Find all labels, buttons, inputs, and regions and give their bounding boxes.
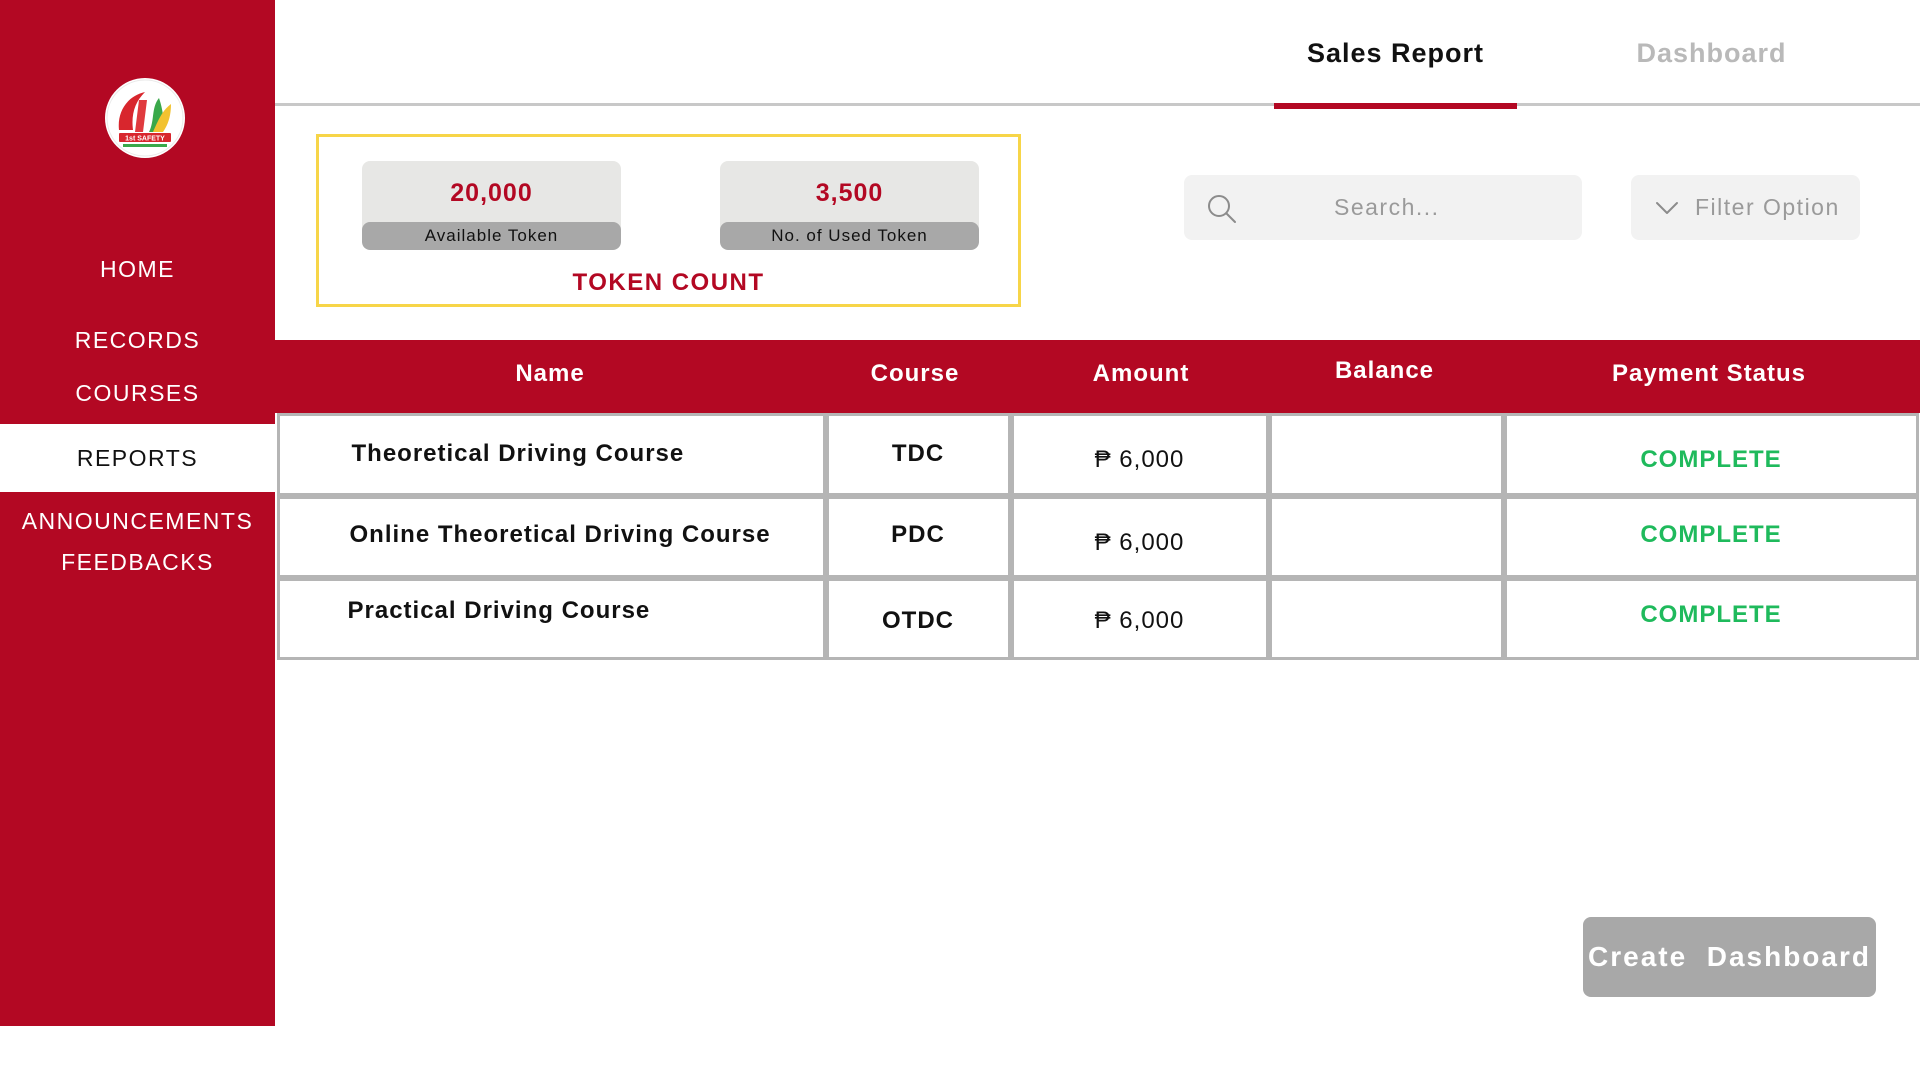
available-token-label: Available Token (362, 222, 621, 250)
table-header: Name Course Amount Balance Payment Statu… (275, 340, 1920, 413)
row-2-amount: ₱ 6,000 (1094, 528, 1185, 556)
table-row-3-amount-cell: ₱ 6,000 (1010, 577, 1269, 660)
tab-sales-report[interactable]: Sales Report (1274, 38, 1517, 69)
row-3-course: OTDC (882, 606, 954, 634)
table-row-2-status-cell: COMPLETE (1503, 495, 1919, 578)
table-row-2-course-cell: PDC (825, 495, 1011, 578)
table-row-3-name-cell: Practical Driving Course (276, 577, 826, 660)
table-row-1-course-cell: TDC (825, 412, 1011, 496)
row-2-status: COMPLETE (1640, 520, 1782, 548)
table-row-2-amount-cell: ₱ 6,000 (1010, 495, 1269, 578)
tab-dashboard[interactable]: Dashboard (1590, 38, 1833, 69)
sidebar-item-feedbacks[interactable]: FEEDBACKS (0, 549, 275, 576)
filter-option-dropdown[interactable]: Filter Option (1631, 175, 1860, 240)
table-row-1-name-cell: Theoretical Driving Course (276, 412, 826, 496)
chevron-down-icon (1656, 202, 1678, 214)
logo-text: 1st SAFETY (125, 136, 165, 143)
row-1-name: Theoretical Driving Course (351, 439, 685, 467)
table-row-3-course-cell: OTDC (825, 577, 1011, 660)
row-1-amount: ₱ 6,000 (1094, 445, 1185, 473)
token-count-panel: 20,000 Available Token 3,500 No. of Used… (316, 134, 1021, 307)
table-row-1-amount-cell: ₱ 6,000 (1010, 412, 1269, 496)
row-3-status: COMPLETE (1640, 600, 1782, 628)
used-token-label: No. of Used Token (720, 222, 979, 250)
table-row-2-balance-cell (1268, 495, 1504, 578)
search-input[interactable]: Search... (1184, 175, 1582, 240)
table-row-1-status-cell: COMPLETE (1503, 412, 1919, 496)
sidebar-item-courses[interactable]: COURSES (0, 380, 275, 407)
available-token-value: 20,000 (450, 179, 533, 207)
active-tab-indicator (1274, 103, 1517, 109)
row-1-status: COMPLETE (1640, 445, 1782, 473)
table-row-3-status-cell: COMPLETE (1503, 577, 1919, 660)
sales-table-body: Theoretical Driving Course TDC ₱ 6,000 C… (276, 412, 1920, 661)
available-token-card: 20,000 Available Token (362, 161, 621, 250)
table-row-3-balance-cell (1268, 577, 1504, 660)
logo-emblem-icon: 1st SAFETY (106, 79, 184, 157)
used-token-value: 3,500 (815, 179, 884, 207)
row-2-course: PDC (891, 520, 945, 548)
column-header-amount[interactable]: Amount (1010, 360, 1272, 388)
token-count-title: TOKEN COUNT (572, 269, 765, 296)
search-placeholder: Search... (1334, 194, 1440, 220)
app-root: 1st SAFETY HOME RECORDS COURSES REPORTS … (0, 0, 1920, 1080)
row-1-course: TDC (891, 439, 945, 467)
table-row-2-name-cell: Online Theoretical Driving Course (276, 495, 826, 578)
column-header-payment-status[interactable]: Payment Status (1501, 360, 1917, 388)
create-dashboard-button[interactable]: Create Dashboard (1583, 917, 1876, 997)
company-logo[interactable]: 1st SAFETY (105, 78, 185, 158)
sidebar-item-records[interactable]: RECORDS (0, 327, 275, 354)
filter-option-label: Filter Option (1695, 194, 1840, 220)
column-header-balance[interactable]: Balance (1268, 357, 1501, 385)
row-3-amount: ₱ 6,000 (1094, 606, 1185, 634)
column-header-course[interactable]: Course (825, 360, 1005, 388)
used-token-card: 3,500 No. of Used Token (720, 161, 979, 250)
sidebar-item-reports[interactable]: REPORTS (0, 424, 275, 492)
table-row-1-balance-cell (1268, 412, 1504, 496)
sidebar: 1st SAFETY HOME RECORDS COURSES REPORTS … (0, 0, 275, 1026)
search-icon (1208, 195, 1236, 223)
column-header-name[interactable]: Name (275, 360, 825, 388)
row-2-name: Online Theoretical Driving Course (349, 520, 771, 548)
tab-divider (275, 103, 1920, 106)
sidebar-item-announcements[interactable]: ANNOUNCEMENTS (0, 508, 275, 535)
sidebar-item-home[interactable]: HOME (0, 256, 275, 283)
row-3-name: Practical Driving Course (347, 596, 651, 624)
